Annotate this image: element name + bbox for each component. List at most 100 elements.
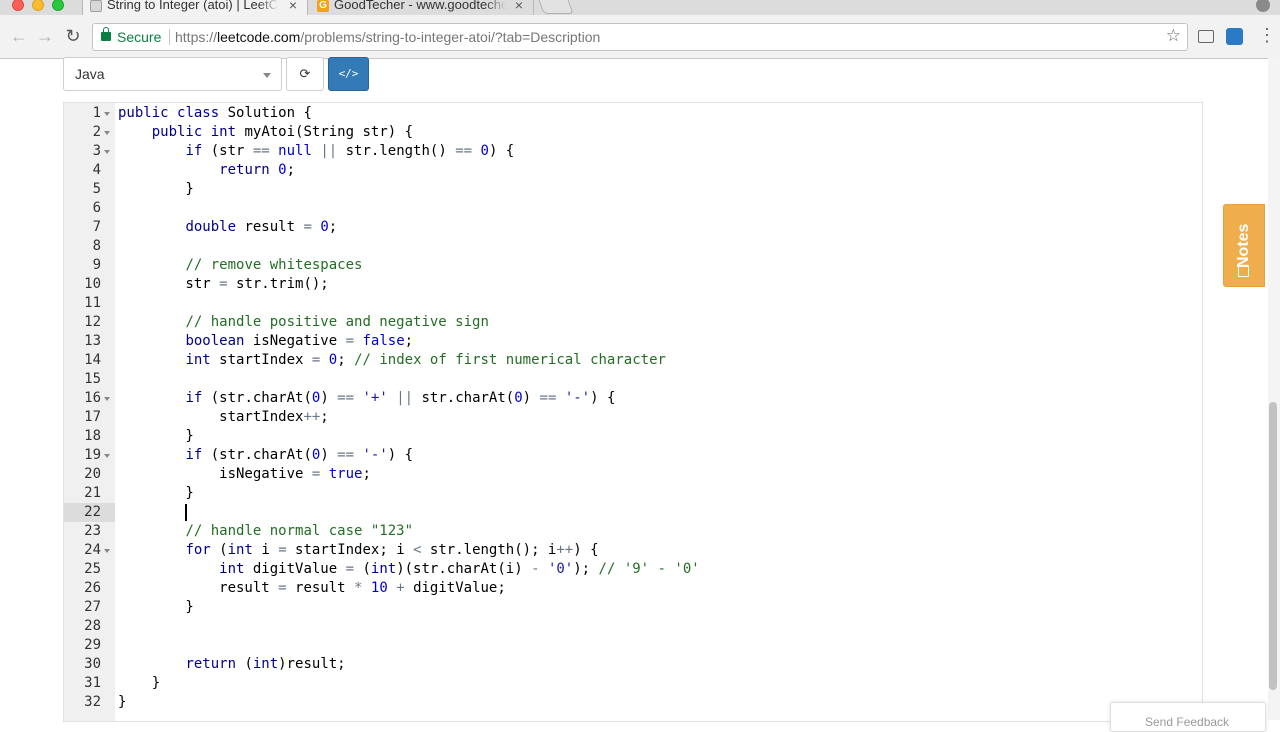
profile-icon[interactable] [1256, 0, 1270, 12]
reset-code-button[interactable]: ⟳ [286, 57, 324, 91]
goodtecher-favicon-icon: G [317, 0, 329, 12]
code-line[interactable]: 15 [64, 370, 1202, 389]
window-zoom-button[interactable] [52, 0, 64, 11]
code-text[interactable] [118, 503, 185, 522]
code-line[interactable]: 25 int digitValue = (int)(str.charAt(i) … [64, 560, 1202, 579]
code-text[interactable]: public int myAtoi(String str) { [118, 123, 413, 142]
code-text[interactable]: startIndex++; [118, 408, 329, 427]
code-text[interactable]: result = result * 10 + digitValue; [118, 579, 506, 598]
code-text[interactable]: if (str.charAt(0) == '+' || str.charAt(0… [118, 389, 615, 408]
code-text[interactable]: return (int)result; [118, 655, 345, 674]
code-text[interactable]: } [118, 598, 193, 617]
window-close-button[interactable] [12, 0, 24, 11]
code-text[interactable]: } [118, 693, 126, 712]
bookmark-star-icon[interactable]: ☆ [1166, 26, 1181, 46]
code-text[interactable]: public class Solution { [118, 104, 312, 123]
code-lines[interactable]: 1 public class Solution {2 public int myA… [64, 104, 1202, 712]
code-brackets-icon: </> [338, 67, 359, 80]
code-text[interactable]: boolean isNegative = false; [118, 332, 413, 351]
code-line[interactable]: 20 isNegative = true; [64, 465, 1202, 484]
back-arrow-icon[interactable]: ← [8, 25, 30, 47]
code-line[interactable]: 10 str = str.trim(); [64, 275, 1202, 294]
fold-arrow-icon[interactable] [104, 112, 110, 116]
page-scrollbar-thumb[interactable] [1269, 402, 1277, 690]
tab-close-icon[interactable]: × [289, 0, 297, 15]
code-line[interactable]: 4 return 0; [64, 161, 1202, 180]
code-line[interactable]: 21 } [64, 484, 1202, 503]
code-text[interactable]: int startIndex = 0; // index of first nu… [118, 351, 666, 370]
code-line[interactable]: 28 [64, 617, 1202, 636]
code-line[interactable]: 3 if (str == null || str.length() == 0) … [64, 142, 1202, 161]
code-text[interactable]: if (str == null || str.length() == 0) { [118, 142, 514, 161]
line-number: 1 [92, 105, 101, 121]
code-text[interactable]: } [118, 484, 193, 503]
code-line[interactable]: 16 if (str.charAt(0) == '+' || str.charA… [64, 389, 1202, 408]
line-number: 11 [84, 295, 101, 311]
code-line[interactable]: 14 int startIndex = 0; // index of first… [64, 351, 1202, 370]
code-text[interactable]: for (int i = startIndex; i < str.length(… [118, 541, 598, 560]
fold-arrow-icon[interactable] [104, 454, 110, 458]
code-line[interactable]: 6 [64, 199, 1202, 218]
code-line[interactable]: 26 result = result * 10 + digitValue; [64, 579, 1202, 598]
code-line[interactable]: 2 public int myAtoi(String str) { [64, 123, 1202, 142]
cast-icon[interactable] [1198, 30, 1214, 43]
code-line[interactable]: 1 public class Solution { [64, 104, 1202, 123]
code-line[interactable]: 17 startIndex++; [64, 408, 1202, 427]
code-line[interactable]: 18 } [64, 427, 1202, 446]
code-line[interactable]: 30 return (int)result; [64, 655, 1202, 674]
window-minimize-button[interactable] [32, 0, 44, 11]
code-text[interactable]: } [118, 180, 193, 199]
code-line[interactable]: 32} [64, 693, 1202, 712]
code-text[interactable]: int digitValue = (int)(str.charAt(i) - '… [118, 560, 700, 579]
fold-arrow-icon[interactable] [104, 131, 110, 135]
code-text[interactable]: if (str.charAt(0) == '-') { [118, 446, 413, 465]
code-line[interactable]: 8 [64, 237, 1202, 256]
line-number: 21 [84, 485, 101, 501]
code-text[interactable]: // handle normal case "123" [118, 522, 413, 541]
fold-arrow-icon[interactable] [104, 549, 110, 553]
code-line[interactable]: 9 // remove whitespaces [64, 256, 1202, 275]
code-line[interactable]: 24 for (int i = startIndex; i < str.leng… [64, 541, 1202, 560]
url-text[interactable]: https://leetcode.com/problems/string-to-… [175, 29, 600, 45]
fold-arrow-icon[interactable] [104, 397, 110, 401]
tab-close-icon[interactable]: × [515, 0, 523, 15]
fold-arrow-icon[interactable] [104, 150, 110, 154]
code-line[interactable]: 31 } [64, 674, 1202, 693]
line-number: 8 [92, 238, 101, 254]
code-line[interactable]: 13 boolean isNegative = false; [64, 332, 1202, 351]
code-text[interactable]: // handle positive and negative sign [118, 313, 488, 332]
new-tab-button[interactable] [536, 0, 574, 14]
code-text[interactable]: } [118, 427, 193, 446]
code-line[interactable]: 12 // handle positive and negative sign [64, 313, 1202, 332]
line-number: 4 [92, 162, 101, 178]
code-line[interactable]: 19 if (str.charAt(0) == '-') { [64, 446, 1202, 465]
code-line[interactable]: 22 [64, 503, 1202, 522]
code-line[interactable]: 27 } [64, 598, 1202, 617]
code-text[interactable]: double result = 0; [118, 218, 337, 237]
code-line[interactable]: 11 [64, 294, 1202, 313]
send-feedback-button[interactable]: Send Feedback [1110, 702, 1266, 732]
code-line[interactable]: 5 } [64, 180, 1202, 199]
code-line[interactable]: 7 double result = 0; [64, 218, 1202, 237]
notes-button[interactable]: Notes [1223, 204, 1265, 287]
tab-leetcode[interactable]: String to Integer (atoi) | LeetCode × [82, 0, 308, 15]
code-text[interactable]: } [118, 674, 160, 693]
code-mode-button[interactable]: </> [328, 57, 369, 91]
language-select[interactable]: Java [63, 57, 282, 91]
code-text[interactable]: return 0; [118, 161, 295, 180]
address-bar[interactable]: Secure https://leetcode.com/problems/str… [92, 23, 1188, 51]
tab-goodtecher[interactable]: G GoodTecher - www.goodtecher.com × [310, 0, 534, 15]
menu-kebab-icon[interactable]: ⋮ [1258, 26, 1276, 44]
line-number: 32 [84, 694, 101, 710]
code-editor[interactable]: 1 public class Solution {2 public int myA… [63, 102, 1203, 722]
code-text[interactable]: str = str.trim(); [118, 275, 328, 294]
line-number: 16 [84, 390, 101, 406]
code-line[interactable]: 23 // handle normal case "123" [64, 522, 1202, 541]
extension-icon[interactable] [1226, 28, 1243, 45]
code-line[interactable]: 29 [64, 636, 1202, 655]
code-text[interactable]: isNegative = true; [118, 465, 371, 484]
forward-arrow-icon[interactable]: → [34, 25, 56, 47]
reload-icon[interactable]: ↻ [62, 25, 84, 47]
line-number: 6 [92, 200, 101, 216]
code-text[interactable]: // remove whitespaces [118, 256, 362, 275]
